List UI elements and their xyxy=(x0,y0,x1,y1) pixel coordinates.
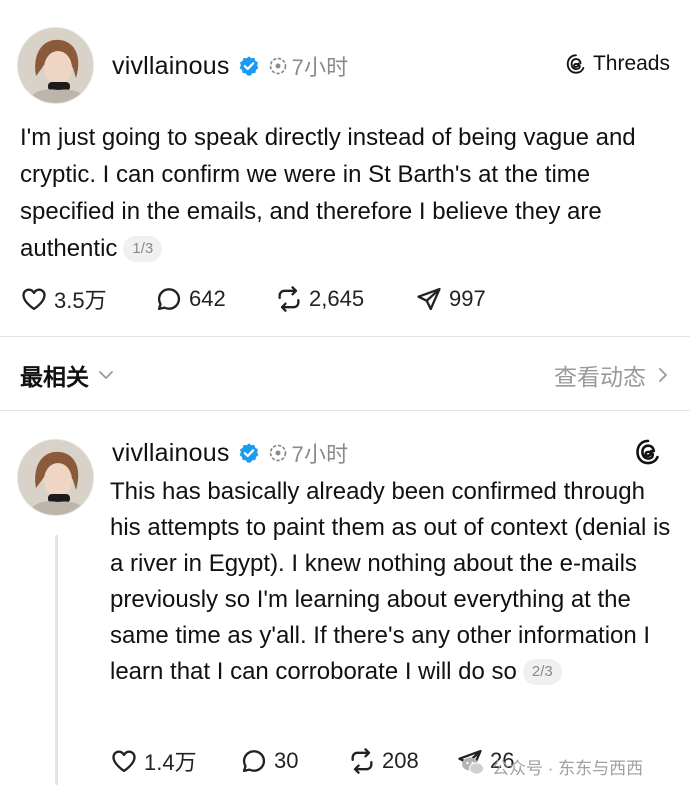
clock-icon xyxy=(269,444,286,462)
time-label: 7小时 xyxy=(291,55,349,80)
brand-label: Threads xyxy=(592,52,670,75)
like-count: 1.4万 xyxy=(144,750,197,775)
share-count: 997 xyxy=(449,286,486,311)
comment-icon xyxy=(157,288,181,311)
divider xyxy=(0,336,690,337)
post-text: This has basically already been confirme… xyxy=(110,478,671,685)
page-indicator: 1/3 xyxy=(123,236,163,262)
like-count: 3.5万 xyxy=(54,288,107,313)
verified-icon xyxy=(239,443,258,463)
clock-icon xyxy=(269,57,286,75)
post-body: I'm just going to speak directly instead… xyxy=(20,119,670,267)
post-actions: 3.5万 642 2,645 997 xyxy=(20,283,515,315)
like-button[interactable]: 1.4万 xyxy=(110,745,240,777)
avatar-image xyxy=(18,440,93,515)
repost-button[interactable]: 208 xyxy=(348,747,456,775)
post-text: I'm just going to speak directly instead… xyxy=(20,124,636,262)
verified-icon xyxy=(239,56,258,76)
reply-count: 642 xyxy=(189,286,226,311)
post-time: 7小时 xyxy=(268,437,349,469)
reply-button[interactable]: 642 xyxy=(155,285,275,313)
repost-button[interactable]: 2,645 xyxy=(275,285,415,313)
repost-icon xyxy=(351,748,373,774)
sort-dropdown[interactable]: 最相关 xyxy=(20,358,115,392)
view-activity-link[interactable]: 查看动态 xyxy=(554,358,670,392)
sort-row: 最相关 查看动态 xyxy=(20,358,670,394)
like-button[interactable]: 3.5万 xyxy=(20,283,155,315)
repost-icon xyxy=(278,286,300,312)
avatar[interactable] xyxy=(18,28,93,103)
chevron-right-icon xyxy=(659,368,667,382)
divider xyxy=(0,410,690,411)
watermark: 公众号 · 东东与西西 xyxy=(460,753,643,779)
sort-label: 最相关 xyxy=(20,364,89,390)
threads-logo-icon xyxy=(566,54,585,74)
post-time: 7小时 xyxy=(268,50,349,82)
view-activity-label: 查看动态 xyxy=(554,364,646,390)
heart-icon xyxy=(22,288,46,311)
wechat-icon xyxy=(462,757,484,775)
post-header: vivllainous 7小时 xyxy=(112,50,348,82)
threads-logo-icon[interactable] xyxy=(634,438,662,466)
post-header: vivllainous 7小时 xyxy=(112,437,348,469)
reply-count: 30 xyxy=(274,748,299,773)
comment-icon xyxy=(242,750,266,773)
heart-icon xyxy=(112,750,136,773)
avatar[interactable] xyxy=(18,440,93,515)
avatar-image xyxy=(18,28,93,103)
repost-count: 2,645 xyxy=(309,286,365,311)
chevron-down-icon xyxy=(99,371,113,379)
thread-connector xyxy=(55,535,58,785)
reply-button[interactable]: 30 xyxy=(240,747,348,775)
share-icon xyxy=(417,287,441,311)
time-label: 7小时 xyxy=(291,442,349,467)
watermark-text: 公众号 · 东东与西西 xyxy=(492,758,644,778)
page-indicator: 2/3 xyxy=(522,659,562,685)
repost-count: 208 xyxy=(382,748,419,773)
username[interactable]: vivllainous xyxy=(112,52,230,81)
threads-brand[interactable]: Threads xyxy=(565,52,670,76)
share-button[interactable]: 997 xyxy=(415,285,515,313)
post-body: This has basically already been confirme… xyxy=(110,474,672,690)
username[interactable]: vivllainous xyxy=(112,439,230,468)
